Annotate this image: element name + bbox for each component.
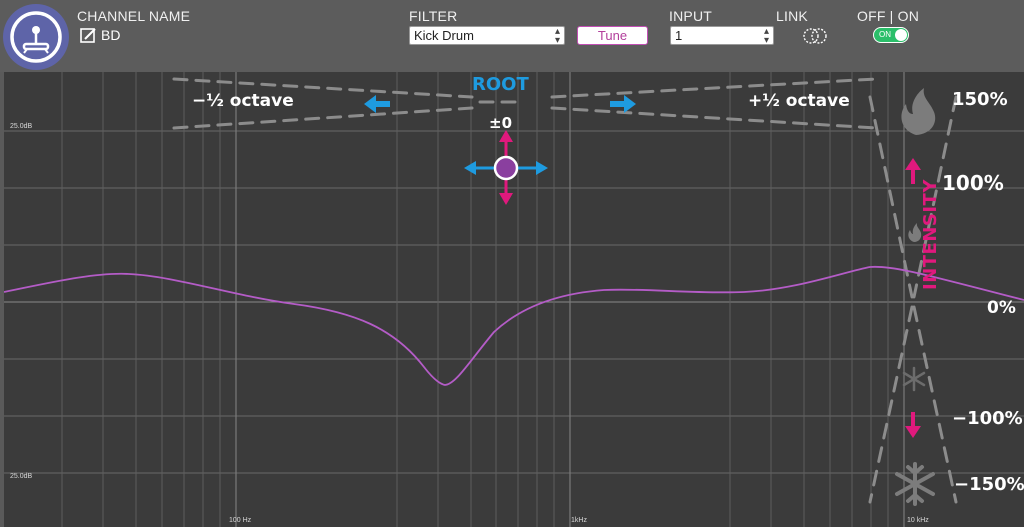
eq-graph-canvas	[4, 72, 1024, 527]
input-select-value: 1	[675, 28, 683, 43]
plus-octave-label: +½ octave	[748, 91, 850, 111]
link-label: LINK	[776, 8, 808, 24]
minus-octave-label: −½ octave	[192, 91, 294, 111]
freq-label-1khz: 1kHz	[571, 517, 587, 524]
db-bottom-label: 25.0dB	[10, 473, 33, 480]
input-label: INPUT	[669, 8, 712, 24]
intensity-level-minus100: −100%	[952, 408, 1023, 429]
channel-name-value[interactable]: BD	[101, 27, 120, 43]
link-icon[interactable]	[801, 25, 829, 47]
tune-button[interactable]: Tune	[577, 26, 648, 45]
intensity-level-150: 150%	[952, 89, 1008, 110]
eq-graph[interactable]: 25.0dB 25.0dB 100 Hz 1kHz 10 kHz −½ octa…	[4, 72, 1024, 527]
snowflake-icon	[902, 366, 926, 392]
input-select[interactable]: 1 ▴ ▾	[670, 26, 774, 46]
select-arrows-icon: ▴ ▾	[763, 26, 769, 46]
intensity-level-100: 100%	[942, 171, 1004, 195]
root-value: ±0	[489, 114, 513, 132]
snowflake-icon	[895, 462, 935, 506]
select-arrows-icon: ▴ ▾	[554, 26, 560, 46]
freq-label-100hz: 100 Hz	[229, 517, 252, 524]
channel-name-label: CHANNEL NAME	[77, 8, 191, 24]
edit-icon[interactable]	[80, 27, 97, 44]
toggle-knob	[895, 29, 907, 41]
filter-select[interactable]: Kick Drum ▴ ▾	[409, 26, 565, 46]
root-handle-icon	[464, 130, 548, 205]
db-top-label: 25.0dB	[10, 123, 33, 130]
toggle-on-text: ON	[879, 30, 891, 39]
filter-select-value: Kick Drum	[414, 28, 474, 43]
freq-label-10khz: 10 kHz	[907, 517, 929, 524]
intensity-label: INTENSITY	[920, 179, 941, 290]
header-bar: CHANNEL NAME BD FILTER Kick Drum ▴ ▾ Tune…	[0, 0, 1024, 72]
intensity-level-0: 0%	[987, 298, 1016, 318]
intensity-level-minus150: −150%	[954, 474, 1024, 495]
power-toggle[interactable]: ON	[873, 27, 909, 43]
drum-logo-icon	[3, 4, 69, 70]
filter-label: FILTER	[409, 8, 458, 24]
offon-label: OFF | ON	[857, 8, 920, 24]
root-label: ROOT	[472, 74, 529, 95]
